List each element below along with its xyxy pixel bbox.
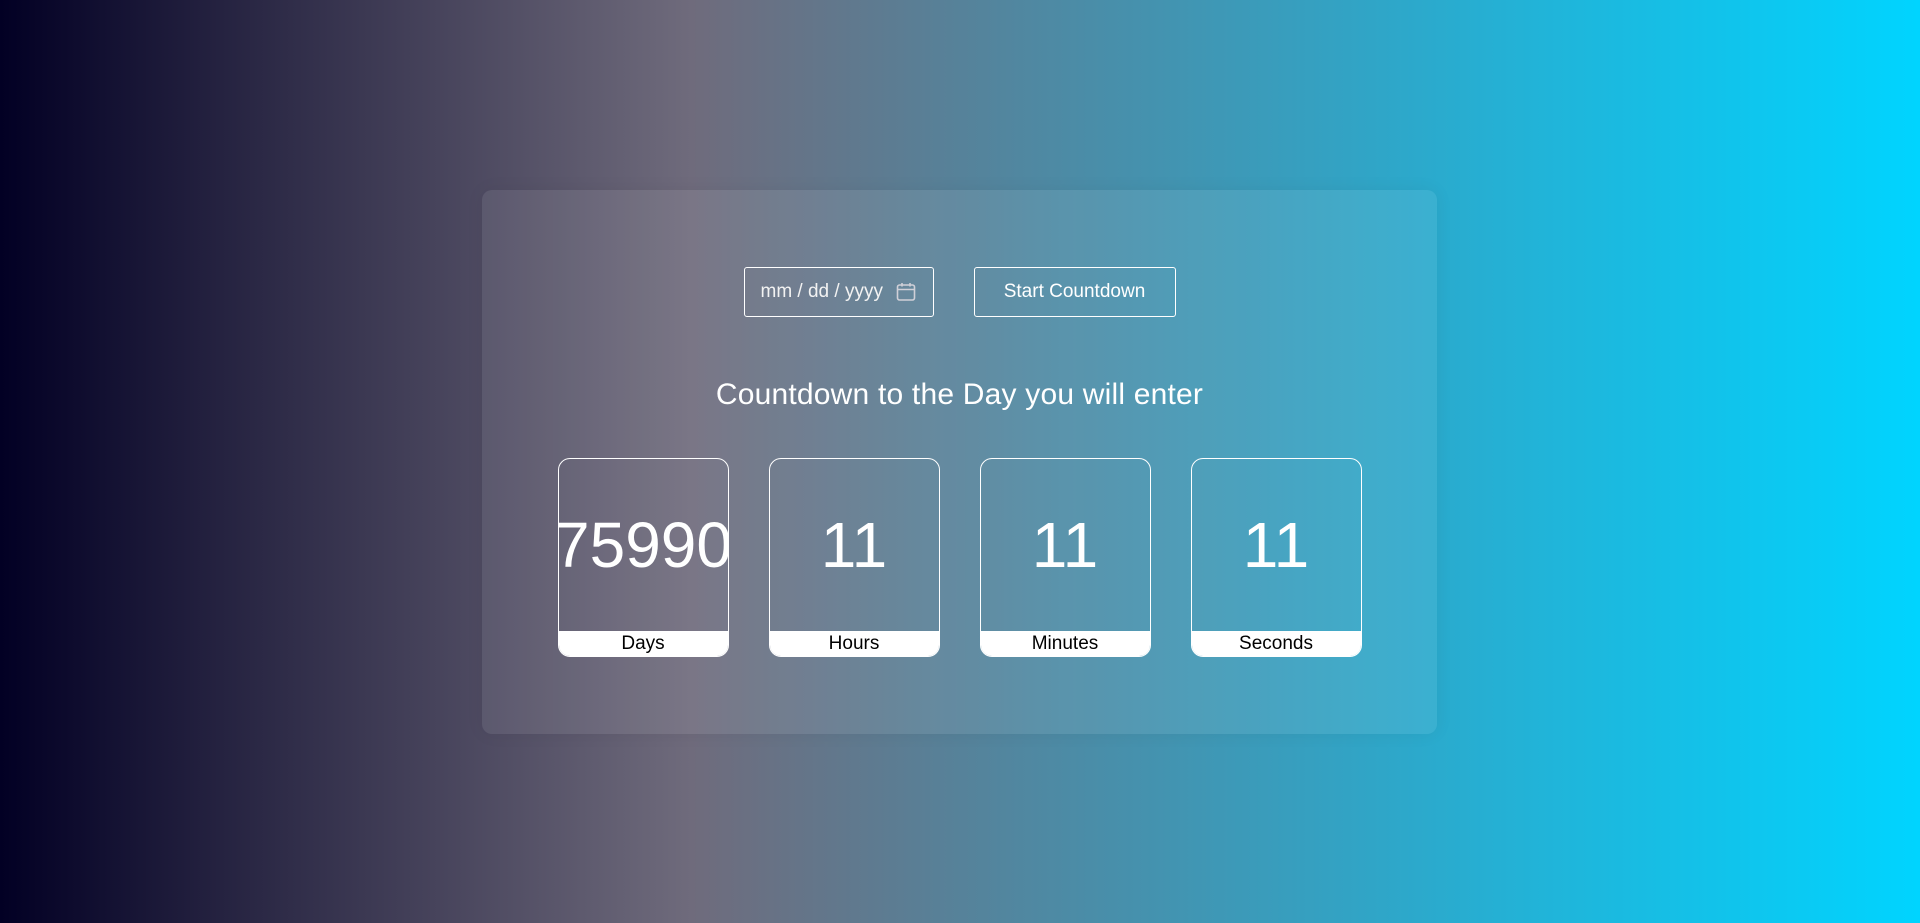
days-value: 75990 bbox=[557, 509, 729, 581]
days-box: 75990 Days bbox=[557, 458, 729, 657]
hours-box: 11 Hours bbox=[768, 458, 940, 657]
minutes-label: Minutes bbox=[980, 631, 1150, 656]
controls-row: mm / dd / yyyy Start Countdown bbox=[482, 267, 1437, 317]
countdown-boxes: 75990 Days 11 Hours 11 Minutes 11 Second… bbox=[482, 458, 1437, 657]
date-placeholder: mm / dd / yyyy bbox=[760, 281, 883, 302]
minutes-box: 11 Minutes bbox=[979, 458, 1151, 657]
page-title: Countdown to the Day you will enter bbox=[715, 378, 1204, 411]
seconds-value: 11 bbox=[1242, 509, 1310, 581]
seconds-label: Seconds bbox=[1191, 631, 1361, 656]
minutes-value: 11 bbox=[1031, 509, 1099, 581]
days-label: Days bbox=[558, 631, 728, 656]
hours-value: 11 bbox=[820, 509, 888, 581]
start-countdown-button[interactable]: Start Countdown bbox=[973, 267, 1176, 317]
countdown-card: mm / dd / yyyy Start Countdown Countdown… bbox=[482, 190, 1437, 734]
hours-label: Hours bbox=[769, 631, 939, 656]
date-input[interactable]: mm / dd / yyyy bbox=[743, 267, 934, 317]
seconds-box: 11 Seconds bbox=[1190, 458, 1362, 657]
calendar-icon[interactable] bbox=[895, 281, 917, 303]
